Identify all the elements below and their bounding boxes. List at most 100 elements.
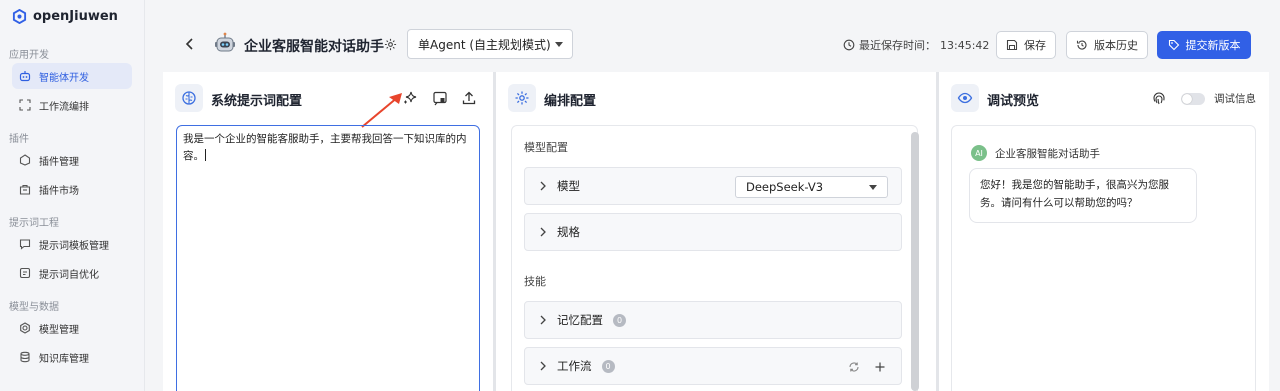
refresh-icon[interactable] (848, 361, 860, 373)
config-scrollbar[interactable] (911, 132, 919, 391)
fingerprint-icon[interactable] (1152, 91, 1166, 105)
debug-panel-title: 调试预览 (987, 94, 1040, 109)
sidebar-item-label: 插件管理 (39, 156, 79, 168)
model-select[interactable]: DeepSeek-V3 (735, 176, 888, 198)
workflow-count-badge: 0 (601, 359, 615, 373)
chevron-right-icon (540, 227, 546, 237)
last-saved-label: 最近保存时间： (859, 39, 936, 52)
tag-icon (1168, 39, 1179, 51)
bot-icon (19, 71, 31, 82)
model-config-heading: 模型配置 (524, 141, 568, 154)
spec-label: 规格 (557, 225, 580, 239)
model-label: 模型 (557, 179, 580, 193)
model-row[interactable]: 模型 DeepSeek-V3 (524, 167, 902, 205)
debug-panel-header: 调试预览 调试信息 (939, 72, 1269, 122)
bot-name: 企业客服智能对话助手 (995, 148, 1100, 160)
upload-icon[interactable] (461, 90, 477, 106)
sidebar-item-plugin-market[interactable]: 插件市场 (12, 176, 132, 202)
section-prompt-eng: 提示词工程 (9, 218, 59, 229)
header: 企业客服智能对话助手 单Agent (自主规划模式) 最近保存时间： 13:45… (146, 0, 1280, 72)
system-prompt-text: 我是一个企业的智能客服助手，主要帮我回答一下知识库的内容。 (183, 133, 467, 162)
prompt-panel-title: 系统提示词配置 (211, 94, 303, 109)
market-icon (19, 184, 31, 195)
agent-mode-select[interactable]: 单Agent (自主规划模式) (407, 29, 573, 59)
greeting-message: 您好！我是您的智能助手，很高兴为您服务。请问有什么可以帮助您的吗？ (969, 168, 1197, 223)
config-content: 模型配置 模型 DeepSeek-V3 规格 技能 记忆配置 0 工作流 0 (511, 125, 919, 391)
version-history-label: 版本历史 (1094, 39, 1138, 52)
section-app-dev: 应用开发 (9, 50, 49, 61)
memory-count-badge: 0 (613, 313, 626, 327)
chevron-right-icon (540, 315, 546, 325)
chevron-right-icon (540, 361, 546, 371)
config-panel: 编排配置 模型配置 模型 DeepSeek-V3 规格 技能 记忆配置 0 工作… (496, 72, 936, 391)
sidebar: openJiuwen 应用开发 智能体开发 工作流编排 插件 插件管理 插件市场… (0, 0, 145, 391)
database-icon (20, 351, 30, 363)
gear-icon (508, 84, 536, 112)
chevron-down-icon (555, 42, 563, 47)
page-title: 企业客服智能对话助手 (244, 39, 384, 55)
skills-heading: 技能 (524, 275, 546, 288)
sidebar-item-label: 模型管理 (39, 324, 79, 336)
add-icon[interactable] (874, 361, 886, 373)
save-button[interactable]: 保存 (996, 31, 1056, 59)
chevron-right-icon (540, 181, 546, 191)
app-name: openJiuwen (33, 9, 118, 24)
config-panel-title: 编排配置 (544, 94, 597, 109)
sidebar-item-label: 插件市场 (39, 185, 79, 197)
plugin-icon (19, 154, 31, 166)
back-arrow-icon[interactable] (183, 36, 197, 52)
gear-icon[interactable] (384, 38, 397, 51)
sidebar-item-model-manage[interactable]: 模型管理 (12, 315, 132, 341)
text-cursor (205, 149, 206, 161)
brain-icon (175, 84, 203, 112)
sidebar-item-prompt-optimize[interactable]: 提示词自优化 (12, 260, 132, 286)
sidebar-item-label: 知识库管理 (39, 353, 89, 365)
logo-icon (12, 9, 27, 24)
agent-avatar-icon (215, 32, 235, 52)
template-icon[interactable] (432, 90, 448, 106)
submit-version-button[interactable]: 提交新版本 (1157, 31, 1251, 59)
sidebar-item-knowledge-base[interactable]: 知识库管理 (12, 344, 132, 370)
sidebar-item-agent-dev[interactable]: 智能体开发 (12, 63, 132, 89)
agent-mode-value: 单Agent (自主规划模式) (418, 37, 551, 52)
chevron-down-icon (869, 185, 877, 190)
spec-row[interactable]: 规格 (524, 213, 902, 251)
sidebar-item-plugin-manage[interactable]: 插件管理 (12, 147, 132, 173)
section-plugins: 插件 (9, 134, 29, 145)
save-icon (1006, 39, 1018, 51)
sidebar-item-label: 智能体开发 (39, 72, 89, 84)
optimize-icon (19, 267, 31, 279)
system-prompt-textarea[interactable]: 我是一个企业的智能客服助手，主要帮我回答一下知识库的内容。 (176, 125, 480, 391)
save-label: 保存 (1024, 39, 1046, 52)
history-icon (1076, 40, 1087, 50)
clock-icon (843, 39, 855, 51)
prompt-panel-header: 系统提示词配置 (163, 72, 493, 128)
debug-info-label: 调试信息 (1214, 93, 1256, 105)
section-model-data: 模型与数据 (9, 302, 59, 313)
app-logo[interactable]: openJiuwen (12, 9, 118, 24)
model-value: DeepSeek-V3 (746, 180, 824, 194)
last-saved-time: 13:45:42 (940, 38, 990, 52)
workflow-icon (19, 99, 31, 111)
sidebar-item-label: 提示词自优化 (39, 269, 99, 281)
memory-label: 记忆配置 (557, 313, 603, 327)
bot-avatar: AI (971, 145, 987, 161)
config-panel-header: 编排配置 (496, 72, 936, 122)
sidebar-item-label: 工作流编排 (39, 101, 89, 113)
chat-preview: AI 企业客服智能对话助手 您好！我是您的智能助手，很高兴为您服务。请问有什么可… (951, 125, 1256, 391)
debug-info-toggle[interactable] (1181, 93, 1205, 105)
chat-template-icon (19, 239, 31, 250)
sidebar-item-label: 提示词模板管理 (39, 240, 109, 252)
submit-version-label: 提交新版本 (1185, 39, 1241, 52)
last-saved: 最近保存时间： 13:45:42 (843, 37, 989, 53)
sidebar-item-prompt-template[interactable]: 提示词模板管理 (12, 231, 132, 257)
memory-row[interactable]: 记忆配置 0 (524, 301, 902, 339)
debug-panel: 调试预览 调试信息 AI 企业客服智能对话助手 您好！我是您的智能助手，很高兴为… (939, 72, 1269, 391)
workflow-label: 工作流 (557, 359, 592, 373)
sidebar-item-workflow[interactable]: 工作流编排 (12, 92, 132, 118)
eye-icon (951, 84, 979, 112)
version-history-button[interactable]: 版本历史 (1066, 31, 1148, 59)
workflow-row[interactable]: 工作流 0 (524, 347, 902, 385)
model-icon (20, 322, 30, 334)
prompt-panel: 系统提示词配置 我是一个企业的智能客服助手，主要帮我回答一下知识库的内容。 (163, 72, 493, 391)
